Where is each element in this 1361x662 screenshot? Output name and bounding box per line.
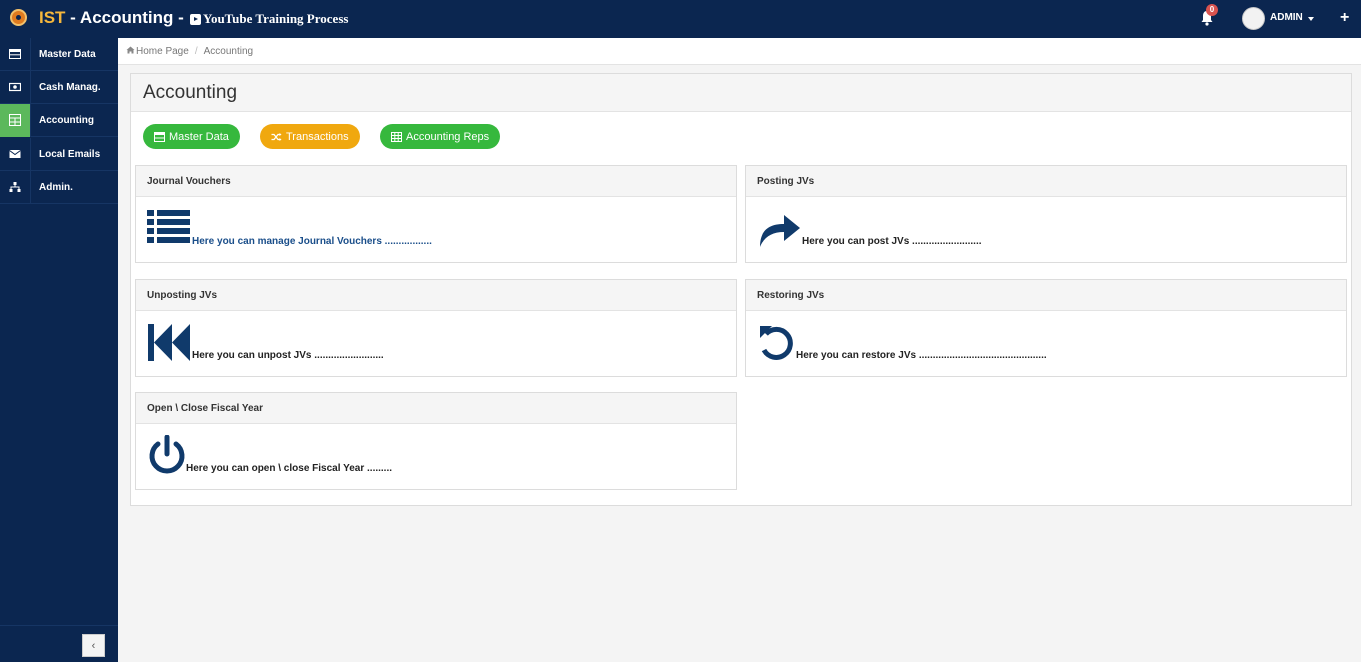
- sidebar: Master Data Cash Manag. Accounting Local…: [0, 37, 118, 662]
- grid-icon: [0, 103, 31, 137]
- panel-header: Accounting: [131, 74, 1351, 112]
- home-icon: [126, 46, 135, 54]
- breadcrumb-home-link[interactable]: Home Page: [136, 46, 189, 57]
- random-icon: [271, 132, 282, 141]
- caret-down-icon[interactable]: [1308, 17, 1314, 21]
- card-title: Unposting JVs: [136, 280, 736, 311]
- undo-icon: [760, 326, 793, 360]
- page-title: Accounting: [143, 82, 238, 103]
- card-description: Here you can post JVs ..................…: [802, 236, 982, 247]
- fiscal-year-card[interactable]: Open \ Close Fiscal Year Here you can op…: [135, 392, 737, 490]
- card-title: Posting JVs: [746, 166, 1346, 197]
- th-icon: [391, 131, 402, 142]
- sidebar-item-local-emails[interactable]: Local Emails: [0, 137, 118, 171]
- money-icon: [0, 70, 31, 104]
- breadcrumb-separator: /: [194, 45, 198, 57]
- card-title: Open \ Close Fiscal Year: [136, 393, 736, 424]
- card-title: Restoring JVs: [746, 280, 1346, 311]
- table-icon: [154, 131, 165, 142]
- accounting-reports-button[interactable]: Accounting Reps: [380, 124, 501, 149]
- sidebar-divider: [0, 625, 118, 626]
- card-description: Here you can open \ close Fiscal Year ..…: [186, 463, 393, 474]
- sidebar-item-cash-management[interactable]: Cash Manag.: [0, 70, 118, 104]
- brand-title[interactable]: IST - Accounting -: [39, 8, 184, 28]
- restoring-jvs-card[interactable]: Restoring JVs Here you can restore JVs .…: [745, 279, 1347, 377]
- card-description: Here you can unpost JVs ................…: [192, 350, 384, 361]
- sidebar-item-accounting[interactable]: Accounting: [0, 103, 118, 137]
- posting-jvs-card[interactable]: Posting JVs Here you can post JVs ......…: [745, 165, 1347, 263]
- share-arrow-icon: [760, 215, 800, 247]
- notification-badge: 0: [1206, 4, 1218, 16]
- table-icon: [0, 37, 31, 71]
- breadcrumb: Home Page / Accounting: [118, 38, 1361, 65]
- youtube-training-link[interactable]: YouTube Training Process: [190, 11, 348, 27]
- user-avatar[interactable]: [1242, 7, 1265, 30]
- plus-icon[interactable]: +: [1340, 10, 1349, 26]
- top-navbar: IST - Accounting - YouTube Training Proc…: [0, 0, 1361, 38]
- card-description: Here you can restore JVs ...............…: [796, 350, 1047, 361]
- sidebar-item-master-data[interactable]: Master Data: [0, 37, 118, 71]
- sitemap-icon: [0, 170, 31, 204]
- journal-vouchers-card[interactable]: Journal Vouchers Here you can manage Jou…: [135, 165, 737, 263]
- transactions-button[interactable]: Transactions: [260, 124, 360, 149]
- fast-backward-icon: [148, 324, 190, 361]
- sidebar-collapse-button[interactable]: ‹: [82, 634, 105, 657]
- master-data-button[interactable]: Master Data: [143, 124, 240, 149]
- brand-logo-icon: [10, 9, 27, 26]
- power-icon: [149, 435, 185, 474]
- breadcrumb-current: Accounting: [203, 45, 254, 57]
- user-menu-name[interactable]: ADMIN: [1270, 12, 1303, 23]
- card-title: Journal Vouchers: [136, 166, 736, 197]
- youtube-icon: [190, 13, 201, 25]
- unposting-jvs-card[interactable]: Unposting JVs Here you can unpost JVs ..…: [135, 279, 737, 377]
- list-icon: [147, 210, 190, 243]
- chevron-left-icon: ‹: [91, 639, 96, 652]
- card-description: Here you can manage Journal Vouchers ...…: [192, 236, 432, 247]
- envelope-icon: [0, 137, 31, 171]
- sidebar-item-admin[interactable]: Admin.: [0, 170, 118, 204]
